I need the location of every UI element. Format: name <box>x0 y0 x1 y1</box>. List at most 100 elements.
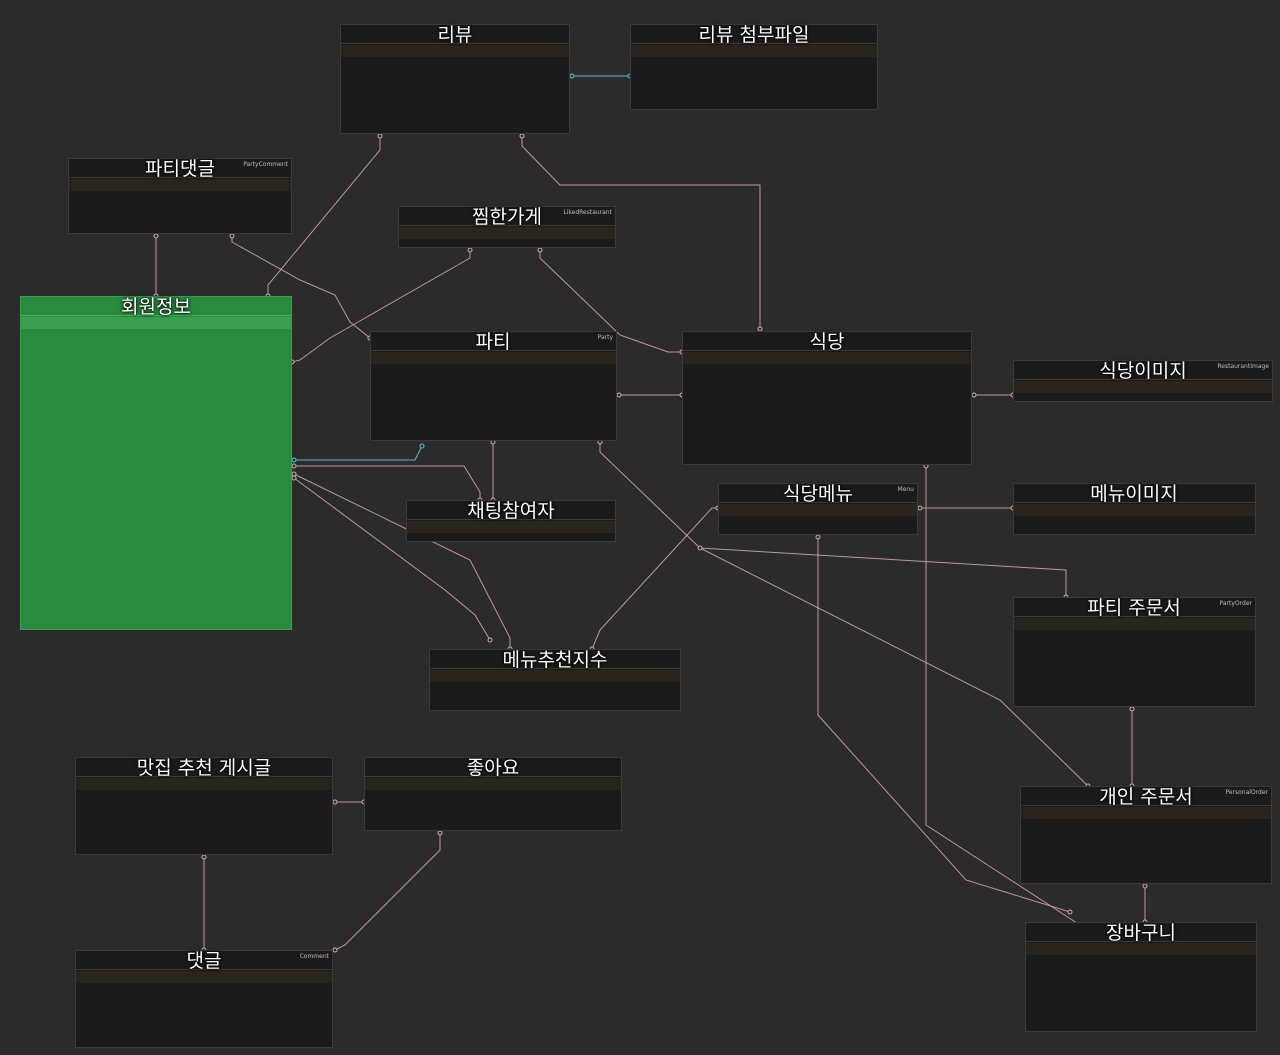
attribute-row[interactable] <box>76 814 332 826</box>
attribute-row[interactable] <box>76 995 332 1007</box>
attribute-row[interactable] <box>683 460 971 464</box>
attribute-row[interactable] <box>69 215 291 227</box>
attribute-row[interactable] <box>21 365 291 377</box>
attribute-row[interactable] <box>430 682 680 694</box>
attribute-row[interactable] <box>631 69 877 81</box>
attribute-row[interactable] <box>1026 967 1256 979</box>
attribute-row[interactable] <box>21 485 291 497</box>
attribute-row[interactable] <box>399 239 615 247</box>
attribute-row[interactable] <box>1014 654 1255 666</box>
attribute-row[interactable] <box>407 533 615 541</box>
attribute-row[interactable] <box>341 105 569 117</box>
attribute-row[interactable] <box>341 117 569 129</box>
relationship-line[interactable] <box>294 445 423 461</box>
attribute-row[interactable] <box>1014 630 1255 642</box>
attribute-row[interactable] <box>1021 843 1271 855</box>
attribute-row[interactable] <box>341 69 569 81</box>
attribute-row[interactable] <box>371 424 616 436</box>
attribute-row[interactable] <box>21 581 291 593</box>
attribute-row[interactable] <box>1014 666 1255 678</box>
entity-member[interactable] <box>20 296 292 630</box>
attribute-row[interactable] <box>21 329 291 341</box>
attribute-row[interactable] <box>76 790 332 802</box>
attribute-row[interactable] <box>1014 690 1255 702</box>
attribute-row[interactable] <box>341 93 569 105</box>
attribute-row[interactable] <box>371 376 616 388</box>
attribute-row[interactable] <box>21 413 291 425</box>
attribute-row[interactable] <box>21 521 291 533</box>
attribute-row[interactable] <box>683 436 971 448</box>
attribute-row[interactable] <box>341 57 569 69</box>
attribute-row[interactable] <box>365 790 621 802</box>
attribute-row[interactable] <box>631 105 877 109</box>
attribute-row[interactable] <box>1021 855 1271 867</box>
attribute-row[interactable] <box>21 437 291 449</box>
attribute-row[interactable] <box>21 605 291 617</box>
attribute-row[interactable] <box>1021 819 1271 831</box>
attribute-row[interactable] <box>21 509 291 521</box>
attribute-row[interactable] <box>21 449 291 461</box>
attribute-row[interactable] <box>1021 879 1271 883</box>
attribute-row[interactable] <box>76 850 332 854</box>
attribute-row[interactable] <box>371 400 616 412</box>
attribute-row[interactable] <box>1014 516 1255 528</box>
attribute-row[interactable] <box>76 1043 332 1047</box>
attribute-row[interactable] <box>1026 1003 1256 1015</box>
attribute-row[interactable] <box>1026 979 1256 991</box>
attribute-row[interactable] <box>21 377 291 389</box>
attribute-row[interactable] <box>365 802 621 814</box>
attribute-row[interactable] <box>21 473 291 485</box>
attribute-row[interactable] <box>683 400 971 412</box>
attribute-row[interactable] <box>683 388 971 400</box>
attribute-row[interactable] <box>371 412 616 424</box>
attribute-row[interactable] <box>21 533 291 545</box>
attribute-row[interactable] <box>1026 991 1256 1003</box>
attribute-row[interactable] <box>21 425 291 437</box>
attribute-row[interactable] <box>69 191 291 203</box>
attribute-row[interactable] <box>21 341 291 353</box>
attribute-row[interactable] <box>683 424 971 436</box>
attribute-row[interactable] <box>1014 393 1272 401</box>
attribute-row[interactable] <box>631 57 877 69</box>
attribute-row[interactable] <box>1026 1027 1256 1031</box>
attribute-row[interactable] <box>1021 867 1271 879</box>
attribute-row[interactable] <box>341 81 569 93</box>
attribute-row[interactable] <box>365 814 621 826</box>
attribute-row[interactable] <box>1021 831 1271 843</box>
relationship-line[interactable] <box>334 833 441 951</box>
attribute-row[interactable] <box>683 412 971 424</box>
attribute-row[interactable] <box>76 1007 332 1019</box>
attribute-row[interactable] <box>341 129 569 133</box>
attribute-row[interactable] <box>683 364 971 376</box>
attribute-row[interactable] <box>21 497 291 509</box>
attribute-row[interactable] <box>1014 642 1255 654</box>
attribute-row[interactable] <box>76 838 332 850</box>
attribute-row[interactable] <box>631 93 877 105</box>
attribute-row[interactable] <box>1014 702 1255 706</box>
attribute-row[interactable] <box>683 376 971 388</box>
attribute-row[interactable] <box>21 401 291 413</box>
attribute-row[interactable] <box>76 802 332 814</box>
attribute-row[interactable] <box>719 528 917 534</box>
attribute-row[interactable] <box>21 461 291 473</box>
attribute-row[interactable] <box>371 388 616 400</box>
attribute-row[interactable] <box>21 617 291 629</box>
attribute-row[interactable] <box>21 545 291 557</box>
attribute-row[interactable] <box>1014 528 1255 534</box>
attribute-row[interactable] <box>631 81 877 93</box>
attribute-row[interactable] <box>1014 678 1255 690</box>
attribute-row[interactable] <box>371 364 616 376</box>
attribute-row[interactable] <box>430 694 680 706</box>
attribute-row[interactable] <box>76 826 332 838</box>
attribute-row[interactable] <box>76 1031 332 1043</box>
attribute-row[interactable] <box>69 203 291 215</box>
attribute-row[interactable] <box>76 1019 332 1031</box>
attribute-row[interactable] <box>1026 955 1256 967</box>
attribute-row[interactable] <box>719 516 917 528</box>
attribute-row[interactable] <box>21 353 291 365</box>
attribute-row[interactable] <box>21 569 291 581</box>
attribute-row[interactable] <box>365 826 621 830</box>
attribute-row[interactable] <box>76 983 332 995</box>
attribute-row[interactable] <box>69 227 291 233</box>
attribute-row[interactable] <box>21 389 291 401</box>
